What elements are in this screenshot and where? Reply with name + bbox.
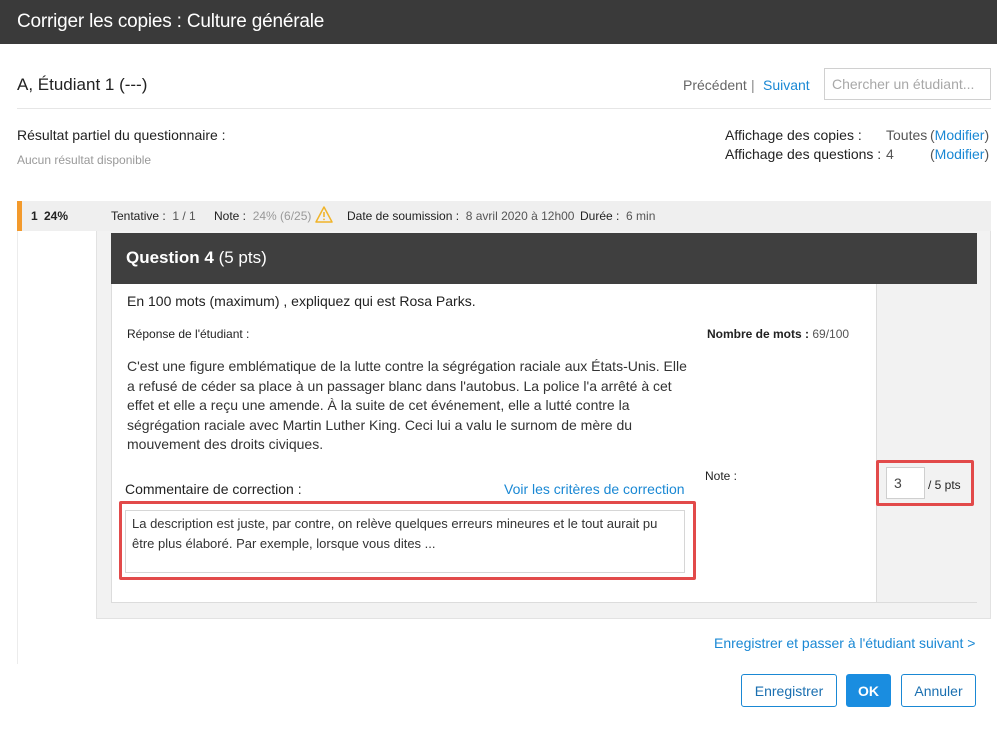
student-search-input[interactable] [824, 68, 991, 100]
grade-side-panel [876, 284, 977, 602]
copies-display-label: Affichage des copies : [725, 127, 862, 143]
attempt-side-column [17, 231, 96, 664]
previous-student-link[interactable]: Précédent [683, 77, 747, 93]
attempt-duration: Durée : 6 min [580, 209, 656, 223]
grade-max-points: / 5 pts [928, 478, 961, 492]
questions-modify-link[interactable]: Modifier [935, 146, 985, 162]
questions-modify-wrapper: (Modifier) [930, 146, 990, 162]
dialog-titlebar: Corriger les copies : Culture générale [0, 0, 997, 44]
attempt-submission-date: Date de soumission : 8 avril 2020 à 12h0… [347, 209, 575, 223]
student-name: A, Étudiant 1 (---) [17, 75, 148, 94]
question-header: Question 4 (5 pts) [111, 233, 977, 284]
question-prompt: En 100 mots (maximum) , expliquez qui es… [127, 293, 476, 309]
nav-separator: | [751, 77, 755, 93]
question-title: Question 4 (5 pts) [126, 248, 267, 267]
questions-display-label: Affichage des questions : [725, 146, 882, 162]
copies-modify-wrapper: (Modifier) [930, 127, 990, 143]
save-and-next-student-link[interactable]: Enregistrer et passer à l'étudiant suiva… [714, 635, 975, 651]
ok-button[interactable]: OK [846, 674, 891, 707]
attempt-accent-marker [17, 201, 22, 231]
question-points: (5 pts) [218, 248, 267, 267]
view-criteria-link[interactable]: Voir les critères de correction [504, 481, 685, 497]
partial-result-value: Aucun résultat disponible [17, 153, 152, 167]
partial-result-label: Résultat partiel du questionnaire : [17, 127, 226, 143]
attempt-percent: 24% [44, 209, 69, 223]
header-divider [17, 108, 991, 109]
attempt-grade: Note : 24% (6/25) [214, 209, 312, 223]
next-student-link[interactable]: Suivant [763, 77, 810, 93]
correction-comment-label: Commentaire de correction : [125, 481, 302, 497]
word-count: Nombre de mots : 69/100 [707, 327, 850, 341]
attempt-count: Tentative : 1 / 1 [111, 209, 196, 223]
grade-input[interactable] [886, 467, 925, 499]
questions-display-value: 4 [886, 146, 894, 162]
student-response-text: C'est une figure emblématique de la lutt… [127, 358, 687, 452]
save-button[interactable]: Enregistrer [741, 674, 837, 707]
warning-icon [315, 206, 333, 223]
copies-modify-link[interactable]: Modifier [935, 127, 985, 143]
cancel-button[interactable]: Annuler [901, 674, 976, 707]
grade-note-label: Note : [705, 469, 738, 483]
attempt-number: 1 [31, 209, 38, 223]
correction-comment-textarea[interactable]: La description est juste, par contre, on… [125, 510, 685, 573]
student-response-label: Réponse de l'étudiant : [127, 327, 250, 341]
dialog-title: Corriger les copies : Culture générale [17, 11, 325, 32]
copies-display-value: Toutes [886, 127, 928, 143]
